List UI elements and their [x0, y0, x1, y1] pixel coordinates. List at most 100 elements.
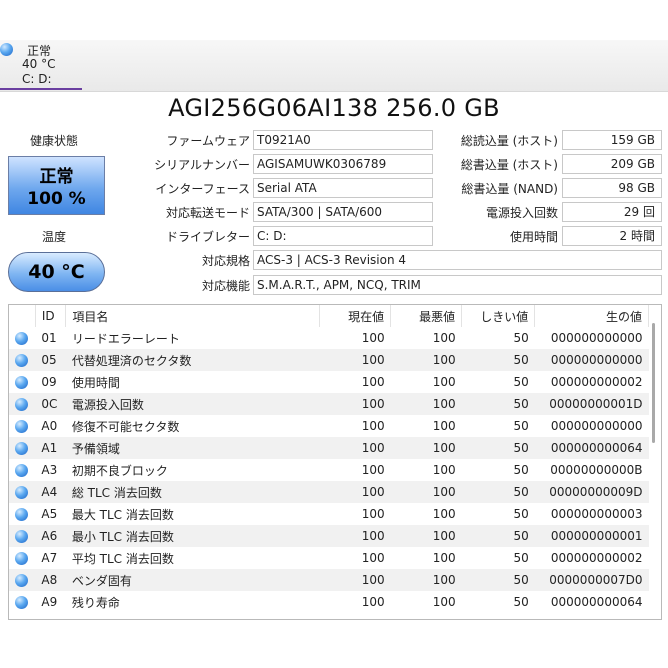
- active-tab-indicator: [0, 88, 82, 90]
- cell-raw: 000000000000: [550, 419, 643, 433]
- firmware-value: T0921A0: [253, 130, 433, 150]
- cell-name: 最大 TLC 消去回数: [71, 507, 174, 522]
- cell-name: 予備領域: [65, 437, 320, 459]
- header-current[interactable]: 現在値: [319, 305, 392, 327]
- table-row[interactable]: A0 修復不可能セクタ数 100 100 50 000000000000: [9, 415, 649, 437]
- cell-worst: 100: [432, 463, 456, 477]
- cell-current: 100: [361, 375, 385, 389]
- status-dot-icon: [15, 464, 28, 477]
- cell-status: [9, 415, 35, 437]
- table-row[interactable]: 05 代替処理済のセクタ数 100 100 50 000000000000: [9, 349, 649, 371]
- table-scrollbar[interactable]: [652, 323, 655, 443]
- cell-threshold: 50: [513, 507, 529, 521]
- cell-status: [9, 591, 35, 613]
- cell-threshold: 50: [461, 393, 535, 415]
- cell-id: 09: [41, 375, 57, 389]
- cell-id: A3: [41, 463, 58, 477]
- table-row[interactable]: A8 ベンダ固有 100 100 50 0000000007D0: [9, 569, 649, 591]
- cell-status: [9, 349, 36, 371]
- cell-threshold: 50: [513, 463, 529, 477]
- status-dot-icon: [15, 552, 28, 565]
- cell-threshold: 50: [513, 551, 529, 565]
- cell-current: 100: [361, 463, 385, 477]
- drive-tab[interactable]: 正常 40 °C C: D:: [0, 40, 82, 90]
- transfer-mode-value: SATA/300 | SATA/600: [253, 202, 433, 222]
- health-status-text: 正常: [39, 167, 74, 187]
- cell-worst: 100: [390, 393, 462, 415]
- cell-current: 100: [361, 551, 385, 565]
- cell-threshold: 50: [513, 419, 529, 433]
- header-raw[interactable]: 生の値: [534, 305, 649, 327]
- cell-worst: 100: [432, 595, 456, 609]
- cell-name: 電源投入回数: [65, 393, 320, 415]
- table-row[interactable]: A6 最小 TLC 消去回数 100 100 50 000000000001: [9, 525, 649, 547]
- health-status-button[interactable]: 正常 100 %: [8, 156, 105, 215]
- cell-name: 最小 TLC 消去回数: [65, 525, 320, 547]
- power-on-count-value: 29 回: [562, 202, 662, 222]
- table-row[interactable]: A3 初期不良ブロック 100 100 50 00000000000B: [9, 459, 649, 481]
- serial-label: シリアルナンバー: [154, 158, 250, 172]
- status-dot-icon: [15, 530, 28, 543]
- features-label: 対応機能: [201, 279, 250, 293]
- cell-status: [9, 437, 36, 459]
- cell-raw: 000000000002: [550, 551, 643, 565]
- cell-current: 100: [361, 595, 385, 609]
- status-dot-icon: [15, 574, 28, 587]
- header-name[interactable]: 項目名: [65, 305, 321, 327]
- cell-name: リードエラーレート: [71, 331, 180, 346]
- cell-status: [9, 371, 35, 393]
- cell-name: 修復不可能セクタ数: [71, 419, 180, 434]
- cell-raw: 000000000000: [534, 349, 649, 371]
- cell-id: A0: [41, 419, 58, 433]
- cell-id: A7: [41, 551, 58, 565]
- cell-status: [9, 393, 36, 415]
- cell-name: 総 TLC 消去回数: [65, 481, 320, 503]
- cell-name: 代替処理済のセクタ数: [65, 349, 320, 371]
- table-row[interactable]: 01 リードエラーレート 100 100 50 000000000000: [9, 327, 649, 349]
- cell-worst: 100: [432, 419, 456, 433]
- header-threshold[interactable]: しきい値: [461, 305, 536, 327]
- cell-current: 100: [319, 569, 391, 591]
- cell-raw: 000000000064: [550, 595, 643, 609]
- cell-status: [9, 569, 36, 591]
- cell-threshold: 50: [461, 525, 535, 547]
- temperature-button[interactable]: 40 °C: [8, 252, 105, 292]
- host-reads-value: 159 GB: [562, 130, 662, 150]
- table-row[interactable]: A7 平均 TLC 消去回数 100 100 50 000000000002: [9, 547, 649, 569]
- table-row[interactable]: 0C 電源投入回数 100 100 50 00000000001D: [9, 393, 649, 415]
- table-row[interactable]: 09 使用時間 100 100 50 000000000002: [9, 371, 649, 393]
- cell-worst: 100: [390, 349, 462, 371]
- status-dot-icon: [15, 486, 28, 499]
- power-on-count-label: 電源投入回数: [485, 206, 558, 220]
- cell-name: ベンダ固有: [65, 569, 320, 591]
- cell-worst: 100: [432, 331, 456, 345]
- cell-worst: 100: [390, 525, 462, 547]
- cell-status: [9, 547, 35, 569]
- smart-table[interactable]: ID 項目名 現在値 最悪値 しきい値 生の値 01 リードエラーレート 100 10…: [8, 304, 662, 620]
- cell-threshold: 50: [461, 437, 535, 459]
- cell-threshold: 50: [461, 481, 535, 503]
- cell-current: 100: [319, 437, 391, 459]
- cell-raw: 000000000002: [550, 375, 643, 389]
- table-row[interactable]: A1 予備領域 100 100 50 000000000064: [9, 437, 649, 459]
- nand-writes-label: 総書込量 (NAND): [461, 182, 558, 196]
- cell-worst: 100: [390, 437, 462, 459]
- cell-raw: 000000000003: [550, 507, 643, 521]
- cell-current: 100: [319, 481, 391, 503]
- table-row[interactable]: A4 総 TLC 消去回数 100 100 50 00000000009D: [9, 481, 649, 503]
- table-row[interactable]: A9 残り寿命 100 100 50 000000000064: [9, 591, 649, 613]
- table-row[interactable]: A5 最大 TLC 消去回数 100 100 50 000000000003: [9, 503, 649, 525]
- cell-current: 100: [319, 349, 391, 371]
- drive-tab-letter: C: D:: [22, 72, 52, 86]
- header-worst[interactable]: 最悪値: [390, 305, 463, 327]
- header-status[interactable]: [9, 305, 36, 327]
- cell-raw: 000000000000: [550, 331, 643, 345]
- transfer-mode-label: 対応転送モード: [165, 206, 250, 220]
- cell-worst: 100: [432, 375, 456, 389]
- cell-worst: 100: [432, 551, 456, 565]
- header-id[interactable]: ID: [35, 305, 67, 327]
- health-percent: 100 %: [27, 189, 86, 209]
- firmware-label: ファームウェア: [166, 134, 250, 148]
- cell-status: [9, 459, 35, 481]
- cell-worst: 100: [432, 507, 456, 521]
